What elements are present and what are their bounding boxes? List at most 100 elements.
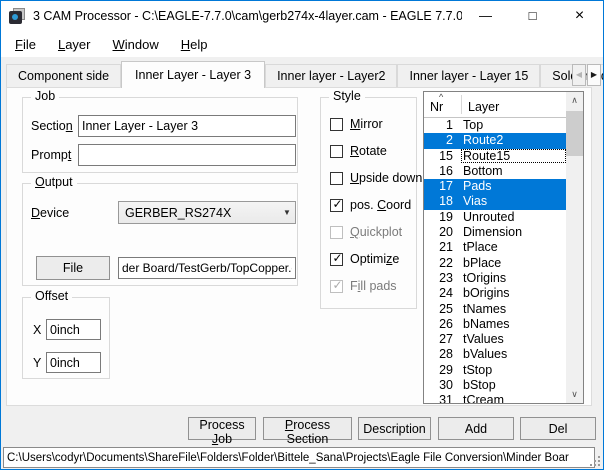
process-section-button[interactable]: Process Section	[263, 417, 352, 440]
layer-name: tPlace	[457, 240, 498, 255]
offset-y-label: Y	[33, 356, 41, 370]
layer-number: 17	[424, 179, 457, 194]
layer-name: tValues	[457, 332, 504, 347]
resize-grip[interactable]	[590, 456, 600, 466]
layer-row-bvalues[interactable]: 28bValues	[424, 347, 566, 362]
maximize-button[interactable]: □	[509, 1, 556, 31]
layer-list-scrollbar[interactable]: ∧ ∨	[566, 92, 583, 403]
device-dropdown[interactable]: GERBER_RS274X ▼	[118, 201, 296, 224]
layer-number: 16	[424, 164, 457, 179]
title-bar: 3 CAM Processor - C:\EAGLE-7.7.0\cam\ger…	[1, 1, 603, 31]
mirror-checkbox[interactable]	[330, 118, 343, 131]
file-button[interactable]: File	[36, 256, 110, 280]
layer-row-tplace[interactable]: 21tPlace	[424, 240, 566, 255]
fill-pads-label: Fill pads	[350, 279, 397, 293]
device-label: Device	[31, 206, 69, 220]
layer-row-torigins[interactable]: 23tOrigins	[424, 271, 566, 286]
upside-down-label: Upside down	[350, 171, 422, 185]
menu-help[interactable]: Help	[170, 34, 219, 55]
layer-row-bottom[interactable]: 16Bottom	[424, 164, 566, 179]
layer-number: 25	[424, 302, 457, 317]
offset-x-label: X	[33, 323, 41, 337]
style-checkbox-list: MirrorRotateUpside down✓pos. CoordQuickp…	[321, 98, 416, 293]
checkbox-row-upside-down: Upside down	[330, 171, 416, 185]
layer-row-dimension[interactable]: 20Dimension	[424, 225, 566, 240]
description-button[interactable]: Description	[358, 417, 431, 440]
checkbox-row-fill-pads: ✓ Fill pads	[330, 279, 416, 293]
layer-number: 15	[424, 149, 457, 164]
tab-strip: Component sideInner Layer - Layer 3Inner…	[6, 61, 604, 87]
column-header-layer[interactable]: Layer	[468, 100, 499, 114]
layer-row-tnames[interactable]: 25tNames	[424, 302, 566, 317]
tab-inner-layer-layer-3[interactable]: Inner Layer - Layer 3	[121, 61, 265, 88]
close-button[interactable]: ×	[556, 1, 603, 31]
layer-row-route2[interactable]: 2Route2	[424, 133, 566, 148]
layer-name: Unrouted	[457, 210, 514, 225]
pos-coord-checkbox[interactable]: ✓	[330, 199, 343, 212]
layer-number: 29	[424, 363, 457, 378]
layer-row-tcream[interactable]: 31tCream	[424, 393, 566, 403]
process-job-button[interactable]: Process Job	[188, 417, 256, 440]
upside-down-checkbox[interactable]	[330, 172, 343, 185]
optimize-checkbox[interactable]: ✓	[330, 253, 343, 266]
layer-number: 1	[424, 118, 457, 133]
layer-row-vias[interactable]: 18Vias	[424, 194, 566, 209]
window-title: 3 CAM Processor - C:\EAGLE-7.7.0\cam\ger…	[33, 9, 462, 23]
column-separator	[461, 95, 462, 114]
rotate-checkbox[interactable]	[330, 145, 343, 158]
layer-row-bplace[interactable]: 22bPlace	[424, 256, 566, 271]
tab-inner-layer-layer-15[interactable]: Inner layer - Layer 15	[397, 64, 540, 87]
del-button[interactable]: Del	[520, 417, 596, 440]
menu-file[interactable]: File	[4, 34, 47, 55]
tab-scroll-right-icon[interactable]: ▶	[587, 64, 601, 86]
tab-page: Job Section Prompt Output Device GERBER_…	[6, 87, 592, 406]
prompt-input[interactable]	[78, 144, 296, 166]
layer-name: Bottom	[457, 164, 503, 179]
layer-list-header[interactable]: ^ Nr Layer	[424, 92, 583, 118]
scroll-up-icon[interactable]: ∧	[566, 92, 583, 109]
layer-name: bStop	[457, 378, 496, 393]
tab-inner-layer-layer2[interactable]: Inner layer - Layer2	[265, 64, 397, 87]
checkbox-row-quickplot: Quickplot	[330, 225, 416, 239]
offset-x-input[interactable]	[46, 319, 101, 340]
pos-coord-label: pos. Coord	[350, 198, 411, 212]
layer-row-pads[interactable]: 17Pads	[424, 179, 566, 194]
add-button[interactable]: Add	[438, 417, 514, 440]
column-header-nr[interactable]: Nr	[430, 100, 443, 114]
output-group: Output Device GERBER_RS274X ▼ File	[22, 183, 298, 286]
layer-row-borigins[interactable]: 24bOrigins	[424, 286, 566, 301]
layer-name: Top	[457, 118, 483, 133]
rotate-label: Rotate	[350, 144, 387, 158]
checkbox-row-pos-coord: ✓ pos. Coord	[330, 198, 416, 212]
app-icon-lens	[12, 14, 18, 20]
menu-layer[interactable]: Layer	[47, 34, 102, 55]
layer-row-tvalues[interactable]: 27tValues	[424, 332, 566, 347]
file-path-input[interactable]	[118, 257, 296, 279]
cam-processor-window: 3 CAM Processor - C:\EAGLE-7.7.0\cam\ger…	[0, 0, 604, 470]
layer-row-bnames[interactable]: 26bNames	[424, 317, 566, 332]
offset-y-input[interactable]	[46, 352, 101, 373]
menu-window[interactable]: Window	[102, 34, 170, 55]
fill-pads-checkbox: ✓	[330, 280, 343, 293]
layer-row-route15[interactable]: 15Route15	[424, 149, 566, 164]
tab-component-side[interactable]: Component side	[6, 64, 121, 87]
layer-number: 27	[424, 332, 457, 347]
tab-scroll-left-icon[interactable]: ◀	[572, 64, 586, 86]
layer-name: bValues	[457, 347, 507, 362]
device-dropdown-value: GERBER_RS274X	[119, 206, 279, 220]
layer-row-unrouted[interactable]: 19Unrouted	[424, 210, 566, 225]
app-icon	[9, 8, 26, 24]
layer-number: 22	[424, 256, 457, 271]
layer-row-tstop[interactable]: 29tStop	[424, 363, 566, 378]
scrollbar-thumb[interactable]	[566, 111, 583, 156]
minimize-button[interactable]: —	[462, 1, 509, 31]
layer-row-top[interactable]: 1Top	[424, 118, 566, 133]
layer-name: tOrigins	[457, 271, 506, 286]
quickplot-label: Quickplot	[350, 225, 402, 239]
menu-bar: FileLayerWindowHelp	[1, 31, 603, 57]
layer-row-bstop[interactable]: 30bStop	[424, 378, 566, 393]
scroll-down-icon[interactable]: ∨	[566, 386, 583, 403]
status-path-field[interactable]	[3, 447, 595, 468]
section-input[interactable]	[78, 115, 296, 137]
layer-name: Route15	[457, 149, 510, 164]
